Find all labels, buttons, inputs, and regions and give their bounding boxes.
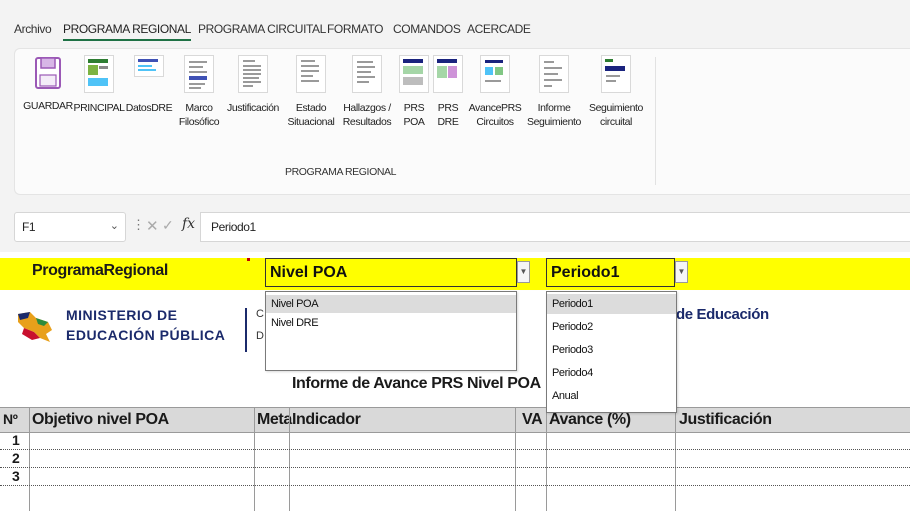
menu-archivo[interactable]: Archivo (14, 22, 52, 36)
estado-situacional-button[interactable]: Estado Situacional (285, 55, 337, 129)
dropdown-option-periodo3[interactable]: Periodo3 (547, 340, 676, 360)
hallazgos-resultados-button[interactable]: Hallazgos / Resultados (337, 55, 397, 129)
formula-bar: F1 ⌄ ⋮ ✕ ✓ fx Periodo1 (0, 200, 910, 252)
prs-poa-button[interactable]: PRS POA (397, 55, 431, 129)
sheet-thumbnail-icon (84, 55, 114, 93)
sheet-thumbnail-icon (601, 55, 631, 93)
row-number: 3 (12, 468, 20, 484)
prs-dre-label: PRS DRE (437, 102, 459, 128)
table-row[interactable]: 3 (0, 468, 910, 486)
table-row[interactable] (0, 486, 910, 503)
save-icon (34, 55, 62, 91)
formula-input-value: Periodo1 (211, 220, 256, 234)
avanceprs-circuitos-label: AvancePRS Circuitos (468, 102, 522, 128)
logo-text-line1: MINISTERIO DE (66, 307, 178, 323)
document-thumbnail-icon (480, 55, 510, 93)
column-header: Justificación (679, 411, 772, 428)
ribbon-panel: GUARDAR PRINCIPAL DatosDRE Marco Filosóf… (14, 48, 910, 195)
datosdre-label: DatosDRE (125, 102, 173, 114)
logo-text-line2: EDUCACIÓN PÚBLICA (66, 327, 226, 343)
dropdown-option-periodo1[interactable]: Periodo1 (547, 294, 676, 314)
cancel-icon[interactable]: ✕ (146, 217, 159, 235)
justificacion-label: Justificación (227, 102, 279, 114)
menu-bar: Archivo PROGRAMA REGIONAL PROGRAMA CIRCU… (0, 0, 910, 48)
check-icon[interactable]: ✓ (162, 217, 174, 234)
sheet-thumbnail-icon (399, 55, 429, 93)
marco-filosofico-button[interactable]: Marco Filosófico (177, 55, 221, 129)
dropdown-option-nivel-dre[interactable]: Nivel DRE (266, 314, 516, 332)
menu-programa-circuital[interactable]: PROGRAMA CIRCUITAL (198, 22, 326, 36)
prs-dre-button[interactable]: PRS DRE (431, 55, 465, 129)
chevron-down-icon[interactable]: ⌄ (110, 219, 119, 232)
period-dropdown-value: Periodo1 (551, 264, 620, 281)
row-number: 1 (12, 432, 20, 448)
table-header: Nº Objetivo nivel POA Meta Indicador VA … (0, 407, 910, 433)
level-dropdown-cell[interactable]: Nivel POA (265, 258, 517, 287)
guardar-label: GUARDAR (23, 100, 73, 112)
column-header: VA (522, 411, 543, 428)
period-dropdown-arrow-icon[interactable]: ▼ (675, 261, 688, 283)
column-header: Objetivo nivel POA (32, 411, 169, 428)
document-thumbnail-icon (238, 55, 268, 93)
sheet-thumbnail-icon (433, 55, 463, 93)
menu-acercade[interactable]: ACERCADE (467, 22, 531, 36)
name-box[interactable]: F1 ⌄ (14, 212, 126, 242)
ribbon-group-separator (655, 57, 656, 185)
level-dropdown-arrow-icon[interactable]: ▼ (517, 261, 530, 283)
worksheet: ProgramaRegional Nivel POA ▼ Periodo1 ▼ … (0, 252, 910, 511)
prs-poa-label: PRS POA (403, 102, 425, 128)
level-dropdown-list: Nivel POA Nivel DRE (265, 291, 517, 371)
column-header: Indicador (292, 411, 361, 428)
seguimiento-circuital-button[interactable]: Seguimiento circuital (585, 55, 647, 129)
principal-label: PRINCIPAL (73, 102, 125, 114)
column-header: Meta (257, 411, 292, 428)
guardar-button[interactable]: GUARDAR (23, 55, 73, 113)
document-thumbnail-icon (539, 55, 569, 93)
org-text-fragment: C (256, 308, 264, 320)
sheet-thumbnail-icon (134, 55, 164, 77)
table-row[interactable]: 2 (0, 450, 910, 468)
report-title: Informe de Avance PRS Nivel POA (292, 375, 541, 392)
dropdown-option-anual[interactable]: Anual (547, 386, 676, 406)
datosdre-button[interactable]: DatosDRE (125, 55, 173, 115)
ribbon-area: GUARDAR PRINCIPAL DatosDRE Marco Filosóf… (0, 48, 910, 200)
column-header: Nº (3, 411, 18, 427)
table-row[interactable]: 1 (0, 432, 910, 450)
header-org-name: de Educación (676, 306, 769, 323)
row-number: 2 (12, 450, 20, 466)
dropdown-option-nivel-poa[interactable]: Nivel POA (266, 295, 516, 313)
comment-indicator (247, 258, 250, 261)
insert-function-icon[interactable]: fx (182, 216, 195, 232)
period-dropdown-cell[interactable]: Periodo1 (546, 258, 675, 287)
program-title-cell[interactable]: ProgramaRegional (32, 262, 168, 280)
seguimiento-circuital-label: Seguimiento circuital (589, 102, 643, 128)
document-thumbnail-icon (352, 55, 382, 93)
justificacion-button[interactable]: Justificación (221, 55, 285, 115)
document-thumbnail-icon (184, 55, 214, 93)
hallazgos-resultados-label: Hallazgos / Resultados (342, 102, 392, 128)
informe-seguimiento-label: Informe Seguimiento (527, 102, 581, 128)
logo-divider (245, 308, 247, 352)
marco-filosofico-label: Marco Filosófico (178, 102, 220, 128)
ribbon-group-label: PROGRAMA REGIONAL (285, 166, 397, 178)
level-dropdown-value: Nivel POA (270, 264, 348, 281)
avanceprs-circuitos-button[interactable]: AvancePRS Circuitos (467, 55, 523, 129)
formula-input[interactable]: Periodo1 (200, 212, 910, 242)
column-header: Avance (%) (549, 411, 631, 428)
dropdown-option-periodo4[interactable]: Periodo4 (547, 363, 676, 383)
menu-programa-regional[interactable]: PROGRAMA REGIONAL (63, 22, 191, 41)
more-options-icon[interactable]: ⋮ (132, 217, 145, 233)
document-thumbnail-icon (296, 55, 326, 93)
costa-rica-map-icon (12, 304, 58, 350)
name-box-value: F1 (22, 220, 36, 234)
dropdown-option-periodo2[interactable]: Periodo2 (547, 317, 676, 337)
org-text-fragment: D (256, 330, 264, 342)
menu-comandos[interactable]: COMANDOS (393, 22, 461, 36)
estado-situacional-label: Estado Situacional (287, 102, 335, 128)
period-dropdown-list: Periodo1 Periodo2 Periodo3 Periodo4 Anua… (546, 291, 677, 413)
principal-button[interactable]: PRINCIPAL (73, 55, 125, 115)
menu-formato[interactable]: FORMATO (327, 22, 383, 36)
informe-seguimiento-button[interactable]: Informe Seguimiento (523, 55, 585, 129)
